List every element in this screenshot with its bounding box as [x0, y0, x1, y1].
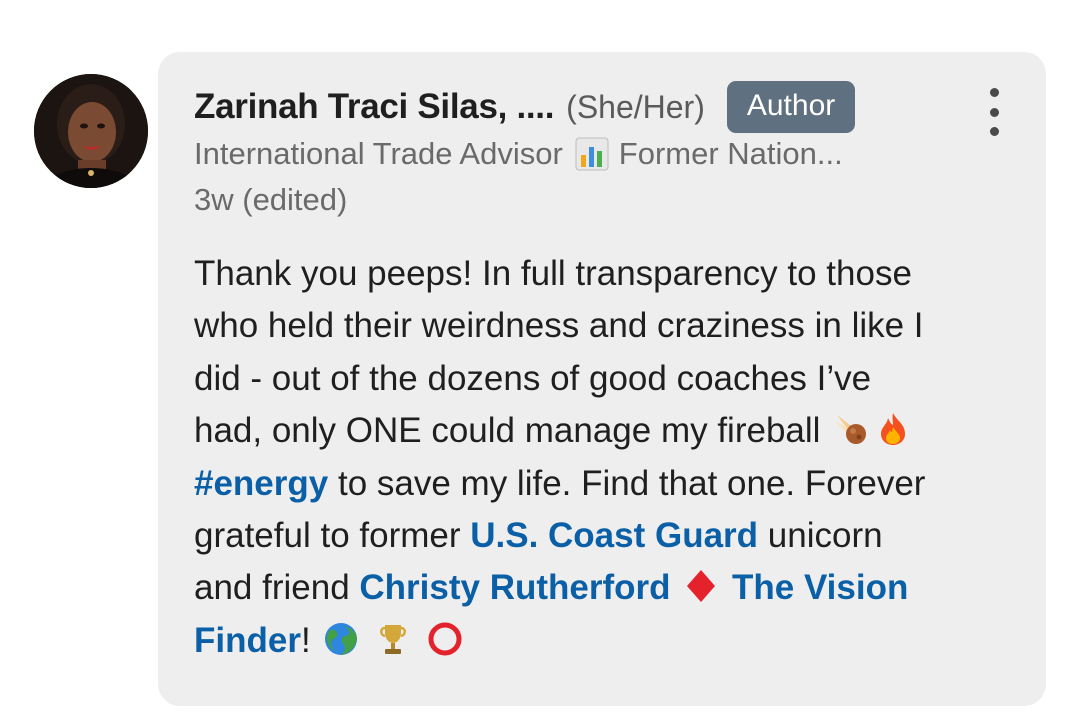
comment-line: #energy to save my life. Find that one. … — [194, 458, 1014, 510]
hashtag-energy-link[interactable]: #energy — [194, 464, 328, 503]
more-options-button[interactable] — [980, 88, 1008, 136]
comment-bubble: Zarinah Traci Silas, .... (She/Her) Auth… — [158, 52, 1046, 706]
comment-text: had, only ONE could manage my fireball — [194, 411, 821, 451]
mention-the-vision-finder-link[interactable]: The Vision — [732, 568, 908, 607]
comment-text: to save my life. Find that one. Forever — [328, 463, 926, 503]
comment-line: did - out of the dozens of good coaches … — [194, 358, 872, 398]
more-vertical-icon — [989, 88, 999, 97]
trophy-emoji — [380, 624, 407, 654]
headline-text-end: Former Nation... — [618, 136, 843, 171]
comment-line: had, only ONE could manage my fireball — [194, 405, 1014, 457]
avatar[interactable] — [34, 74, 148, 188]
author-pronouns: (She/Her) — [566, 88, 705, 125]
comment-timestamp: 3w (edited) — [194, 182, 348, 217]
author-badge: Author — [726, 81, 856, 133]
comment-line: and friend Christy Rutherford The Vision — [194, 562, 1014, 614]
author-row: Zarinah Traci Silas, .... (She/Her) Auth… — [194, 81, 856, 133]
headline-text-start: International Trade Advisor — [194, 136, 563, 171]
comment-line: grateful to former U.S. Coast Guard unic… — [194, 510, 1014, 562]
comment-line: Finder! — [194, 615, 1014, 667]
bar-chart-emoji — [575, 137, 609, 171]
author-headline: International Trade Advisor Former Natio… — [194, 132, 843, 176]
comment-body: Thank you peeps! In full transparency to… — [194, 248, 1014, 667]
diamond-emoji — [687, 570, 716, 603]
mention-the-vision-finder-link-cont[interactable]: Finder — [194, 621, 301, 660]
mention-us-coast-guard-link[interactable]: U.S. Coast Guard — [470, 516, 758, 555]
comment-thread: Zarinah Traci Silas, .... (She/Her) Auth… — [0, 0, 1080, 723]
more-vertical-icon-dot — [989, 107, 999, 117]
comment-line: who held their weirdness and craziness i… — [194, 306, 924, 346]
author-name[interactable]: Zarinah Traci Silas, .... — [194, 87, 554, 127]
red-circle-emoji — [428, 622, 462, 656]
more-vertical-icon-dot — [989, 127, 999, 136]
comment-text: grateful to former — [194, 516, 471, 556]
comment-line: Thank you peeps! In full transparency to… — [194, 254, 912, 293]
comment-text: and friend — [194, 568, 360, 608]
comet-emoji — [835, 415, 867, 445]
fire-emoji — [881, 413, 906, 446]
globe-emoji — [325, 622, 358, 655]
mention-christy-rutherford-link[interactable]: Christy Rutherford — [359, 568, 670, 607]
comment-text: unicorn — [758, 516, 883, 556]
comment-text: ! — [300, 620, 311, 660]
